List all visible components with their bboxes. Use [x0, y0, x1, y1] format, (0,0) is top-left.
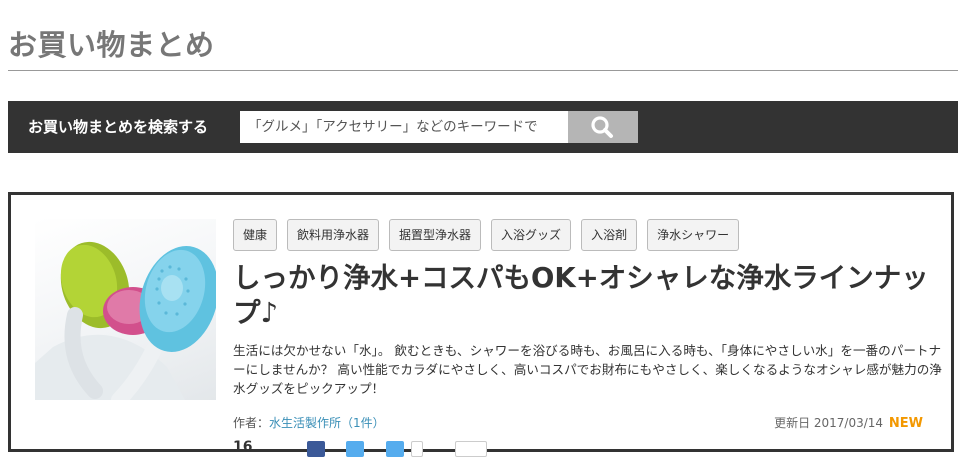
- facebook-icon[interactable]: [307, 441, 325, 457]
- article-title[interactable]: しっかり浄水+コスパもOK+オシャレな浄水ラインナップ♪: [233, 261, 945, 331]
- tag-purified-shower[interactable]: 浄水シャワー: [647, 219, 740, 251]
- tag-drinking-water-purifier[interactable]: 飲料用浄水器: [287, 219, 380, 251]
- site-title[interactable]: お買い物まとめ: [8, 22, 215, 64]
- updated-date: 更新日 2017/03/14: [774, 416, 884, 430]
- search-icon: [591, 116, 613, 138]
- twitter-icon[interactable]: [346, 441, 364, 457]
- tag-list: 健康 飲料用浄水器 据置型浄水器 入浴グッズ 入浴剤 浄水シャワー: [233, 219, 740, 251]
- search-input[interactable]: [240, 111, 568, 143]
- author-label: 作者：: [233, 416, 270, 430]
- tag-bath-salts[interactable]: 入浴剤: [581, 219, 638, 251]
- new-badge: NEW: [888, 416, 923, 431]
- bookmark-icon[interactable]: [411, 441, 423, 457]
- search-bar: お買い物まとめを検索する: [8, 101, 958, 153]
- search-button[interactable]: [568, 111, 638, 143]
- title-divider: [8, 70, 958, 71]
- author-link[interactable]: 水生活製作所（1件）: [269, 416, 385, 430]
- author-row: 作者：水生活製作所（1件）: [233, 414, 385, 431]
- tag-health[interactable]: 健康: [233, 219, 278, 251]
- bookmark-icon[interactable]: [455, 441, 487, 457]
- twitter-icon[interactable]: [386, 441, 404, 457]
- search-label: お買い物まとめを検索する: [28, 118, 209, 136]
- tag-bath-goods[interactable]: 入浴グッズ: [491, 219, 572, 251]
- tag-stationary-purifier[interactable]: 据置型浄水器: [389, 219, 482, 251]
- share-count: 16: [233, 439, 253, 455]
- article-description: 生活には欠かせない「水」。 飲むときも、シャワーを浴びる時も、お風呂に入る時も、…: [233, 343, 942, 396]
- shower-head-image: [35, 241, 216, 400]
- article-card[interactable]: 健康 飲料用浄水器 据置型浄水器 入浴グッズ 入浴剤 浄水シャワー しっかり浄水…: [8, 192, 954, 457]
- article-thumbnail[interactable]: [35, 219, 216, 400]
- updated-info: 更新日 2017/03/14 NEW: [774, 414, 923, 431]
